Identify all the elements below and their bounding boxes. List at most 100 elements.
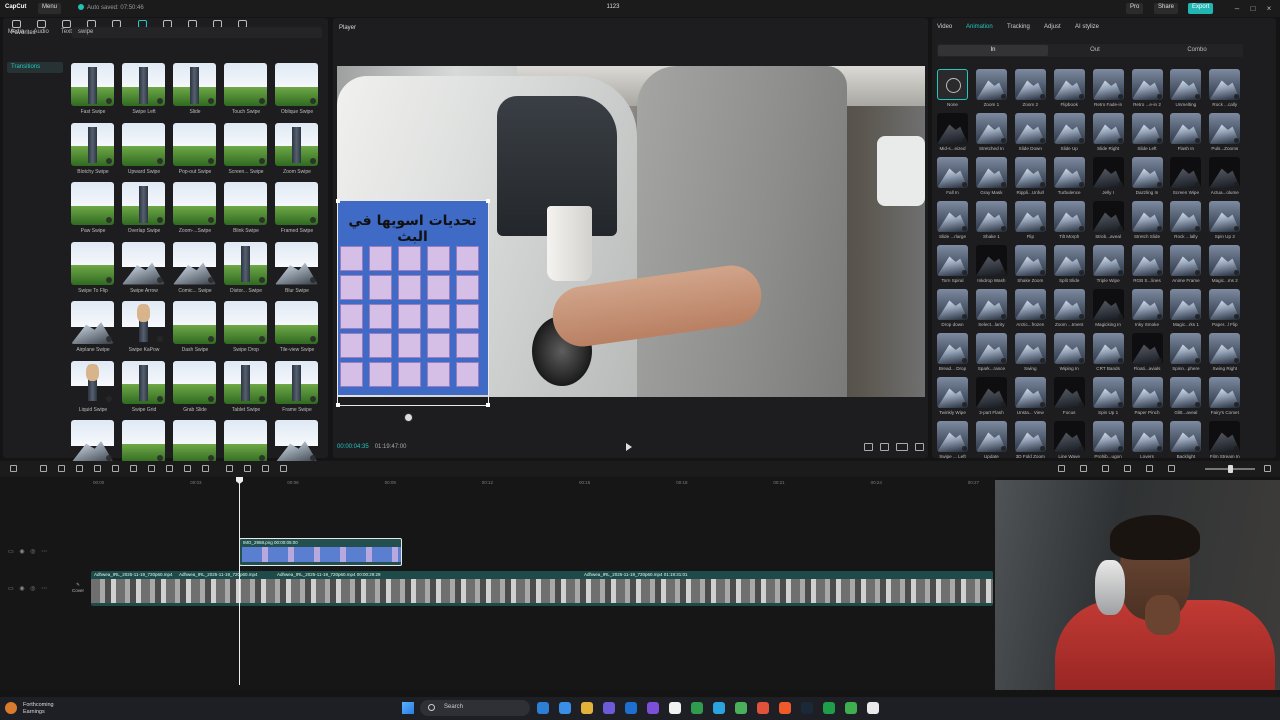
download-icon[interactable] [962,138,967,143]
animation-thumbnail[interactable] [1053,113,1085,144]
download-icon[interactable] [1156,358,1162,363]
download-icon[interactable] [1078,358,1084,363]
select-icon[interactable] [10,465,17,472]
download-icon[interactable] [1039,402,1045,407]
transition-thumbnail[interactable] [224,122,267,166]
download-icon[interactable] [1000,138,1006,143]
download-icon[interactable] [1078,94,1084,99]
download-icon[interactable] [157,395,163,402]
transition-thumbnail[interactable] [122,241,165,285]
fit-icon[interactable] [880,443,889,451]
animation-thumbnail[interactable] [1092,333,1124,364]
animation-thumbnail[interactable] [1053,421,1085,452]
app-icon[interactable] [647,702,659,714]
download-icon[interactable] [962,402,967,407]
animation-thumbnail[interactable] [1092,245,1124,276]
download-icon[interactable] [106,157,112,164]
animation-thumbnail[interactable] [1131,113,1163,144]
download-icon[interactable] [1000,402,1006,407]
download-icon[interactable] [962,358,967,363]
download-icon[interactable] [208,336,214,342]
crop-icon[interactable] [184,465,191,472]
animation-thumbnail[interactable] [1053,289,1085,320]
ai-edit-icon[interactable] [280,465,287,472]
download-icon[interactable] [1000,314,1006,319]
download-icon[interactable] [1156,226,1162,231]
animation-thumbnail[interactable] [975,289,1007,320]
download-icon[interactable] [259,395,265,402]
brave-icon[interactable] [779,702,791,714]
download-icon[interactable] [1117,270,1123,275]
edge-icon[interactable] [537,702,549,714]
animation-thumbnail[interactable] [1014,289,1046,320]
download-icon[interactable] [1039,226,1045,231]
resize-handle[interactable] [486,403,490,407]
steam-icon[interactable] [801,702,813,714]
download-icon[interactable] [1156,314,1162,319]
preview-axis-icon[interactable] [1146,465,1153,472]
freeze-icon[interactable] [166,465,173,472]
transition-thumbnail[interactable] [275,182,318,225]
download-icon[interactable] [1000,270,1006,275]
transition-thumbnail[interactable] [71,241,114,285]
transition-thumbnail[interactable] [71,301,114,344]
app-icon[interactable] [845,702,857,714]
animation-thumbnail[interactable] [937,69,968,100]
download-icon[interactable] [259,217,265,223]
animation-thumbnail[interactable] [1131,377,1163,408]
nav-transitions[interactable]: Transitions [7,62,63,73]
animation-thumbnail[interactable] [1131,201,1163,232]
animation-thumbnail[interactable] [937,113,968,144]
delete-icon[interactable] [130,465,137,472]
animation-thumbnail[interactable] [937,157,968,188]
download-icon[interactable] [310,98,316,104]
animation-thumbnail[interactable] [1170,333,1202,364]
download-icon[interactable] [1117,182,1123,187]
transition-thumbnail[interactable] [122,301,165,344]
transition-thumbnail[interactable] [71,360,114,404]
animation-thumbnail[interactable] [1092,113,1124,144]
animation-thumbnail[interactable] [1170,201,1202,232]
transition-thumbnail[interactable] [224,182,267,225]
main-track-controls[interactable]: ▭ ◉ ◎ ⋯ [8,585,49,592]
download-icon[interactable] [208,276,214,283]
animation-thumbnail[interactable] [1209,421,1241,452]
download-icon[interactable] [1078,314,1084,319]
transition-thumbnail[interactable] [71,420,114,463]
animation-thumbnail[interactable] [937,201,968,232]
animation-thumbnail[interactable] [1092,421,1124,452]
animation-thumbnail[interactable] [975,333,1007,364]
transition-thumbnail[interactable] [224,360,267,404]
transition-thumbnail[interactable] [71,63,114,106]
download-icon[interactable] [1078,182,1084,187]
download-icon[interactable] [208,157,214,164]
transition-thumbnail[interactable] [122,420,165,463]
xbox-icon[interactable] [823,702,835,714]
download-icon[interactable] [1078,270,1084,275]
transition-thumbnail[interactable] [173,241,216,285]
download-icon[interactable] [259,157,265,164]
subtab-in[interactable]: In [938,45,1048,56]
download-icon[interactable] [157,276,163,283]
download-icon[interactable] [310,395,316,402]
animation-thumbnail[interactable] [1170,421,1202,452]
download-icon[interactable] [1000,358,1006,363]
download-icon[interactable] [310,336,316,342]
download-icon[interactable] [310,157,316,164]
transition-thumbnail[interactable] [71,182,114,225]
tab-animation[interactable]: Animation [966,24,993,30]
animation-thumbnail[interactable] [1014,421,1046,452]
store-icon[interactable] [559,702,571,714]
download-icon[interactable] [1039,138,1045,143]
main-clip[interactable]: Adhwea_IRL_2025-11-19_720p60.mp4 Adhwea_I… [91,571,993,606]
download-icon[interactable] [1000,94,1006,99]
animation-thumbnail[interactable] [1014,201,1046,232]
download-icon[interactable] [962,314,967,319]
animation-thumbnail[interactable] [1014,157,1046,188]
animation-thumbnail[interactable] [1209,245,1241,276]
discord-icon[interactable] [603,702,615,714]
animation-thumbnail[interactable] [1209,157,1241,188]
animation-thumbnail[interactable] [1170,289,1202,320]
transition-thumbnail[interactable] [224,63,267,106]
animation-thumbnail[interactable] [937,245,968,276]
